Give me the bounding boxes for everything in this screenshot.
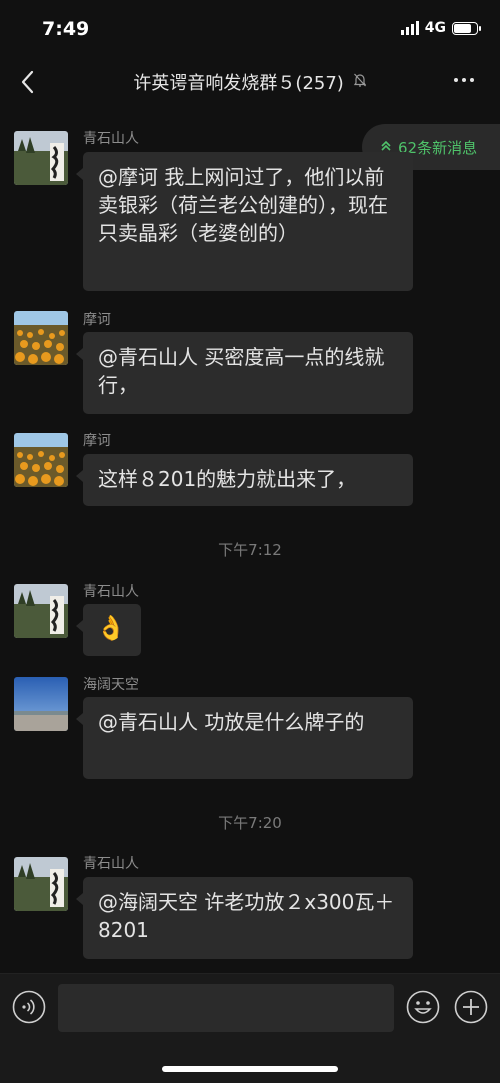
message-bubble[interactable]: 👌 bbox=[76, 604, 141, 656]
avatar[interactable] bbox=[14, 584, 68, 638]
chat-title: 许英谔音响发烧群５(257) bbox=[133, 73, 344, 94]
message-bubble[interactable]: 这样８201的魅力就出来了， bbox=[76, 454, 413, 506]
plus-icon[interactable] bbox=[454, 990, 488, 1024]
timestamp: 下午7:20 bbox=[218, 814, 282, 832]
chat-header: 许英谔音响发烧群５(257) bbox=[0, 58, 500, 106]
network-type: 4G bbox=[424, 20, 446, 36]
battery-icon bbox=[452, 21, 481, 35]
message-sender: 青石山人 bbox=[83, 856, 139, 872]
status-time: 7:49 bbox=[42, 18, 90, 40]
status-indicators: 4G bbox=[400, 20, 481, 36]
more-dots-icon[interactable] bbox=[454, 78, 474, 82]
timestamp: 下午7:12 bbox=[218, 541, 282, 559]
bell-muted-icon bbox=[353, 72, 367, 93]
signal-icon bbox=[400, 21, 419, 35]
message-bubble[interactable]: @青石山人 买密度高一点的线就行， bbox=[76, 332, 413, 414]
message-bubble[interactable]: @海阔天空 许老功放２x300瓦＋8201 bbox=[76, 877, 413, 959]
avatar[interactable] bbox=[14, 857, 68, 911]
avatar[interactable] bbox=[14, 677, 68, 731]
message-input[interactable] bbox=[58, 984, 394, 1032]
message-sender: 海阔天空 bbox=[83, 677, 139, 693]
chat-title-wrap: 许英谔音响发烧群５(257) bbox=[0, 69, 500, 95]
home-indicator bbox=[162, 1066, 338, 1072]
avatar[interactable] bbox=[14, 311, 68, 365]
avatar[interactable] bbox=[14, 433, 68, 487]
message-sender: 青石山人 bbox=[83, 131, 139, 147]
message-sender: 摩诃 bbox=[83, 312, 111, 328]
avatar[interactable] bbox=[14, 131, 68, 185]
message-sender: 青石山人 bbox=[83, 584, 139, 600]
message-bubble[interactable]: @青石山人 功放是什么牌子的 bbox=[76, 697, 413, 779]
emoji-icon[interactable] bbox=[406, 990, 440, 1024]
status-bar: 7:49 4G bbox=[0, 0, 500, 58]
voice-icon[interactable] bbox=[12, 990, 46, 1024]
message-sender: 摩诃 bbox=[83, 433, 111, 449]
message-bubble[interactable]: @摩诃 我上网问过了，他们以前卖银彩（荷兰老公创建的），现在只卖晶彩（老婆创的） bbox=[76, 152, 413, 291]
